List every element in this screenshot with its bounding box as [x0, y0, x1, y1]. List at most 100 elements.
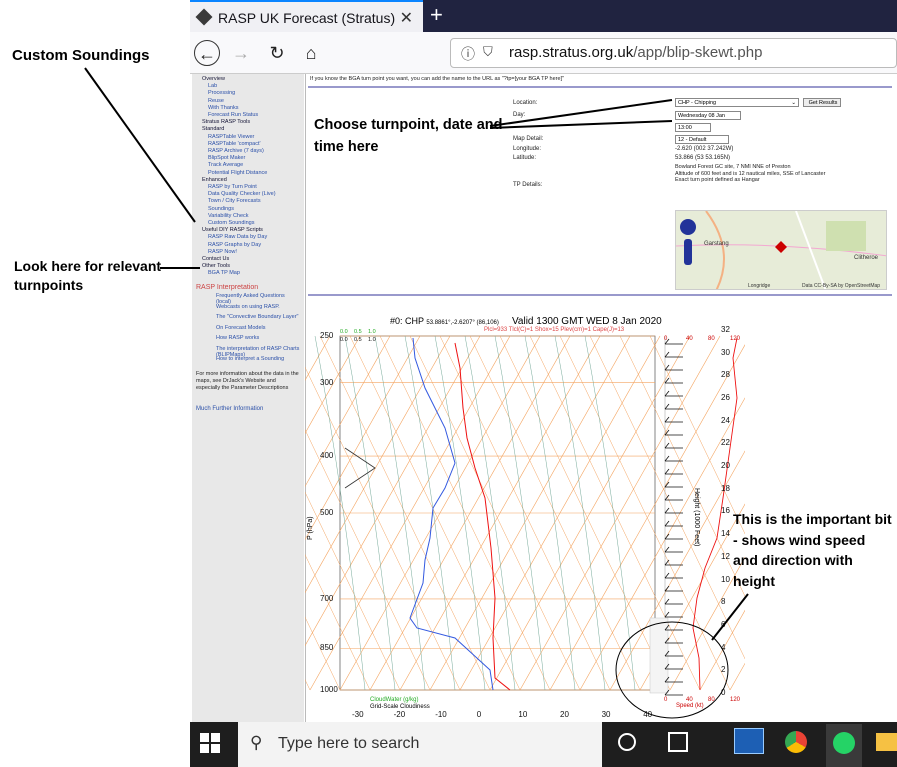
interpretation-link[interactable]: How to interpret a Sounding — [216, 356, 300, 362]
home-icon[interactable]: ⌂ — [298, 40, 324, 66]
wind-barb-flag — [664, 520, 670, 527]
pressure-tick: 700 — [320, 593, 334, 603]
chrome-icon[interactable] — [785, 731, 807, 753]
reload-icon[interactable]: ↻ — [264, 40, 290, 66]
wind-barb-flag — [664, 364, 670, 371]
chart-title: #0: CHP 53.8861°,-2.6207° (86,106) — [390, 316, 499, 326]
sidebar-item[interactable]: Forecast Run Status — [208, 112, 258, 118]
sidebar-item[interactable]: RASP Archive (7 days) — [208, 148, 264, 154]
task-view-icon[interactable] — [668, 732, 688, 752]
annotation-choose: Choose turnpoint, date and time here — [314, 117, 503, 155]
interpretation-link[interactable]: How RASP works — [216, 335, 300, 341]
wind-barb-flag — [664, 403, 670, 410]
chart-coords: 53.8861°,-2.6207° (86,106) — [426, 320, 499, 326]
interpretation-link[interactable]: Webcasts on using RASP. — [216, 304, 300, 310]
height-tick: 16 — [721, 506, 730, 516]
sidebar-item[interactable]: Variability Check — [208, 213, 249, 219]
turnpoint-marker-icon[interactable] — [775, 241, 787, 253]
speed-tick-top: 40 — [686, 336, 693, 342]
interpretation-link[interactable]: On Forecast Models — [216, 325, 300, 331]
whatsapp-icon — [833, 732, 855, 754]
file-explorer-icon[interactable] — [876, 733, 897, 751]
sidebar-item[interactable]: Processing — [208, 90, 235, 96]
speed-tick-bottom: 0 — [664, 697, 668, 703]
url-bar[interactable]: ⓘ ⛉ rasp.stratus.org.uk/app/blip-skewt.p… — [450, 38, 897, 68]
longitude-value: -2.620 (002 37.242W) — [675, 146, 734, 152]
sidebar-item[interactable]: RASP Graphs by Day — [208, 242, 261, 248]
close-tab-icon[interactable]: ✕ — [400, 8, 413, 28]
sidebar-item[interactable]: Reuse — [208, 98, 224, 104]
height-tick: 2 — [721, 665, 726, 675]
pan-control-icon[interactable] — [680, 219, 696, 235]
shield-icon[interactable]: ⛉ — [483, 44, 493, 60]
sidebar-item[interactable]: BGA TP Map — [208, 270, 240, 276]
map-label-clitheroe: Clitheroe — [854, 255, 879, 261]
zoom-control-icon[interactable] — [684, 239, 692, 265]
sidebar-item[interactable]: Custom Soundings — [208, 220, 254, 226]
sidebar-item[interactable]: RASPTable 'compact' — [208, 141, 261, 147]
cloud-scale-tick: 0.0 — [340, 329, 348, 335]
wind-barb-flag — [664, 455, 670, 462]
windows-start-icon[interactable] — [200, 733, 220, 753]
whatsapp-taskbar-slot[interactable] — [826, 724, 862, 767]
sidebar-item[interactable]: RASP Now! — [208, 249, 237, 255]
cortana-icon[interactable] — [618, 733, 636, 751]
location-select[interactable]: CHP - Chipping ⌄ — [675, 98, 799, 107]
sidebar-item[interactable]: RASP Raw Data by Day — [208, 234, 267, 240]
turnpoint-map[interactable]: Garstang Clitheroe Longridge Data CC-By-… — [675, 210, 887, 290]
sidebar-item[interactable]: RASPTable Viewer — [208, 134, 254, 140]
pressure-tick: 250 — [320, 331, 334, 340]
height-tick: 18 — [721, 483, 730, 493]
speed-tick-top: 80 — [708, 336, 715, 342]
sidebar-item[interactable]: Town / City Forecasts — [208, 198, 261, 204]
wind-barb-flag — [664, 611, 670, 618]
wind-barb-flag — [664, 533, 670, 540]
height-tick: 20 — [721, 461, 730, 470]
sidebar-item[interactable]: Soundings — [208, 206, 234, 212]
temperature-tick: 0 — [476, 710, 482, 719]
pressure-tick: 300 — [320, 377, 334, 387]
height-tick: 22 — [721, 438, 730, 448]
info-icon[interactable]: ⓘ — [461, 44, 475, 64]
height-tick: 14 — [721, 529, 730, 539]
sidebar-item[interactable]: Lab — [208, 83, 217, 89]
annotation-important: This is the important bit - shows wind s… — [733, 511, 892, 589]
further-info-link[interactable]: Much Further Information — [196, 406, 263, 412]
latitude-value: 53.866 (53 53.165N) — [675, 155, 731, 161]
interpretation-link[interactable]: The "Convective Boundary Layer" — [216, 314, 300, 320]
browser-tab[interactable]: RASP UK Forecast (Stratus) ✕ — [190, 0, 423, 32]
lenovo-app-icon[interactable] — [734, 728, 764, 754]
map-detail-select[interactable]: 12 - Default — [675, 135, 729, 144]
temperature-tick: 30 — [601, 710, 611, 719]
back-icon[interactable]: ← — [194, 40, 220, 66]
map-credit: Data CC-By-SA by OpenStreetMap — [802, 283, 881, 289]
sidebar-item[interactable]: BlipSpot Maker — [208, 155, 245, 161]
sidebar-item[interactable]: With Thanks — [208, 105, 238, 111]
time-select[interactable]: 13:00 — [675, 123, 711, 132]
sidebar-item[interactable]: Potential Flight Distance — [208, 170, 267, 176]
chevron-down-icon: ⌄ — [791, 100, 796, 106]
wind-barb-flag — [664, 390, 670, 397]
sidebar-item[interactable]: Track Average — [208, 162, 243, 168]
height-tick: 8 — [721, 597, 726, 607]
sidebar-item[interactable]: Data Quality Checker (Live) — [208, 191, 276, 197]
divider — [308, 86, 892, 88]
cloud-scale-tick: 0.5 — [354, 329, 362, 335]
get-results-button[interactable]: Get Results — [803, 98, 841, 107]
new-tab-icon[interactable]: + — [430, 2, 443, 28]
forward-icon[interactable]: → — [228, 40, 254, 66]
wind-barb-flag — [664, 351, 670, 358]
day-select[interactable]: Wednesday 08 Jan — [675, 111, 741, 120]
temperature-tick: 20 — [560, 710, 569, 719]
wind-barb-flag — [664, 442, 670, 449]
pressure-tick: 850 — [320, 643, 334, 653]
sidebar-item: Overview — [202, 76, 225, 82]
sidebar-item[interactable]: RASP by Turn Point — [208, 184, 257, 190]
search-icon: ⚲ — [250, 733, 263, 752]
map-label-garstang: Garstang — [704, 241, 729, 247]
skewt-chart — [305, 335, 745, 696]
latitude-label: Latitude: — [513, 155, 537, 161]
dewpoint-profile — [409, 337, 494, 691]
taskbar-search[interactable]: ⚲ Type here to search — [238, 722, 602, 767]
height-tick: 6 — [721, 619, 726, 629]
